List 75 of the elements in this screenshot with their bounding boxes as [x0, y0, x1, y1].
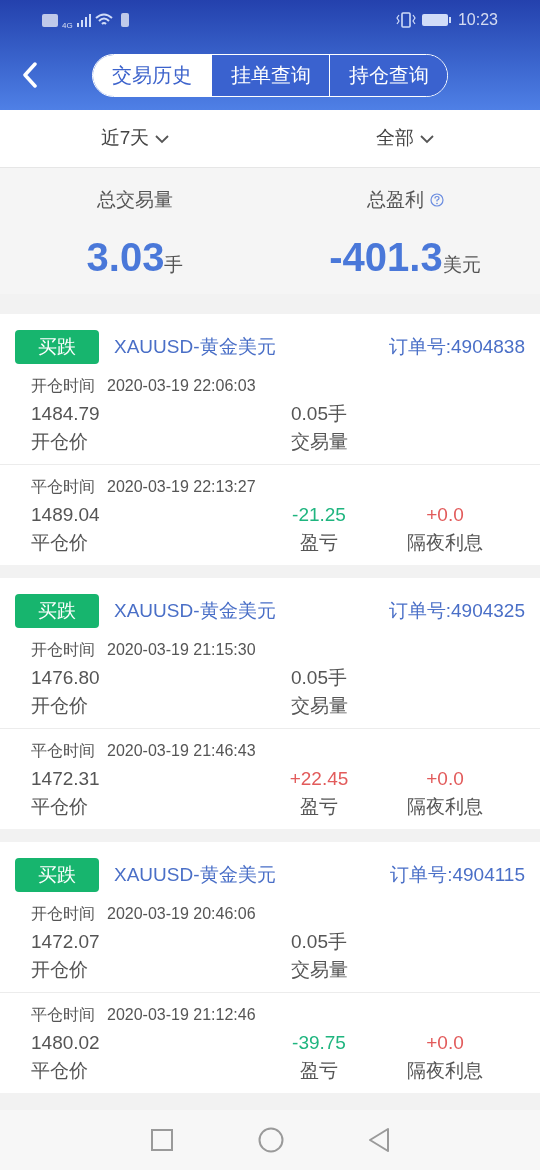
help-icon[interactable] [429, 193, 444, 208]
back-icon[interactable] [22, 62, 38, 88]
field-label: 隔夜利息 [406, 795, 484, 819]
field-label: 盈亏 [299, 531, 339, 555]
filter-dropdown[interactable]: 全部 [376, 124, 434, 153]
time-label: 开仓时间 [31, 904, 95, 924]
field-label: 平仓价 [31, 1059, 89, 1083]
summary-label: 总盈利 [366, 188, 424, 212]
field-label: 隔夜利息 [406, 531, 484, 555]
field-label: 盈亏 [299, 1059, 339, 1083]
field-label: 交易量 [289, 958, 349, 982]
volume-value: 0.05手 [290, 402, 348, 426]
tab[interactable]: 挂单查询 [211, 54, 329, 96]
clock-time: 10:23 [457, 10, 498, 30]
battery-icon [421, 13, 452, 27]
field-label: 隔夜利息 [406, 1059, 484, 1083]
field-label: 开仓价 [31, 430, 89, 454]
wifi-icon [94, 13, 113, 27]
chevron-down-icon [420, 133, 434, 144]
time-value: 2020-03-19 20:46:06 [107, 904, 256, 924]
tab[interactable]: 交易历史 [93, 54, 211, 96]
summary-unit: 手 [164, 253, 184, 277]
filter-dropdown[interactable]: 近7天 [100, 124, 170, 153]
order-number: 订单号:4904325 [388, 598, 525, 623]
summary-value: -401.3 [329, 233, 443, 281]
price-value: 1476.80 [31, 666, 101, 690]
summary-unit: 美元 [442, 252, 481, 277]
time-label: 平仓时间 [31, 477, 95, 497]
vibrate-icon [395, 12, 416, 28]
price-value: 1472.07 [31, 930, 101, 954]
price-value: 1484.79 [31, 402, 101, 426]
field-label: 平仓价 [31, 795, 89, 819]
side-badge: 买跌 [15, 330, 99, 364]
time-value: 2020-03-19 21:12:46 [107, 1005, 256, 1025]
side-badge: 买跌 [15, 858, 99, 892]
swap-value: +0.0 [425, 1031, 465, 1055]
summary-value: 3.03 [86, 233, 165, 281]
time-value: 2020-03-19 21:46:43 [107, 741, 256, 761]
symbol-label: XAUUSD-黄金美元 [114, 598, 276, 623]
network-label: 4G [62, 19, 73, 32]
price-value: 1480.02 [31, 1031, 101, 1055]
summary-label: 总交易量 [97, 188, 173, 212]
order-number: 订单号:4904838 [388, 334, 525, 359]
recents-icon[interactable] [150, 1128, 174, 1152]
tab[interactable]: 持仓查询 [329, 54, 447, 96]
volume-value: 0.05手 [290, 930, 348, 954]
swap-value: +0.0 [425, 767, 465, 791]
symbol-label: XAUUSD-黄金美元 [114, 862, 276, 887]
time-label: 平仓时间 [31, 1005, 95, 1025]
home-icon[interactable] [258, 1127, 284, 1153]
time-label: 开仓时间 [31, 376, 95, 396]
back-nav-icon[interactable] [368, 1127, 390, 1153]
field-label: 开仓价 [31, 958, 89, 982]
field-label: 盈亏 [299, 795, 339, 819]
field-label: 平仓价 [31, 531, 89, 555]
time-value: 2020-03-19 22:13:27 [107, 477, 256, 497]
profit-value: -39.75 [291, 1031, 347, 1055]
order-number: 订单号:4904115 [390, 862, 525, 887]
price-value: 1472.31 [31, 767, 101, 791]
time-label: 开仓时间 [31, 640, 95, 660]
field-label: 交易量 [289, 430, 349, 454]
time-label: 平仓时间 [31, 741, 95, 761]
profit-value: -21.25 [291, 503, 347, 527]
symbol-label: XAUUSD-黄金美元 [114, 334, 276, 359]
volume-value: 0.05手 [290, 666, 348, 690]
profit-value: +22.45 [288, 767, 350, 791]
price-value: 1489.04 [31, 503, 101, 527]
time-value: 2020-03-19 21:15:30 [107, 640, 256, 660]
side-badge: 买跌 [15, 594, 99, 628]
signal-icon [76, 13, 91, 27]
chevron-down-icon [155, 133, 170, 144]
swap-value: +0.0 [425, 503, 465, 527]
field-label: 交易量 [289, 694, 349, 718]
time-value: 2020-03-19 22:06:03 [107, 376, 256, 396]
field-label: 开仓价 [31, 694, 89, 718]
